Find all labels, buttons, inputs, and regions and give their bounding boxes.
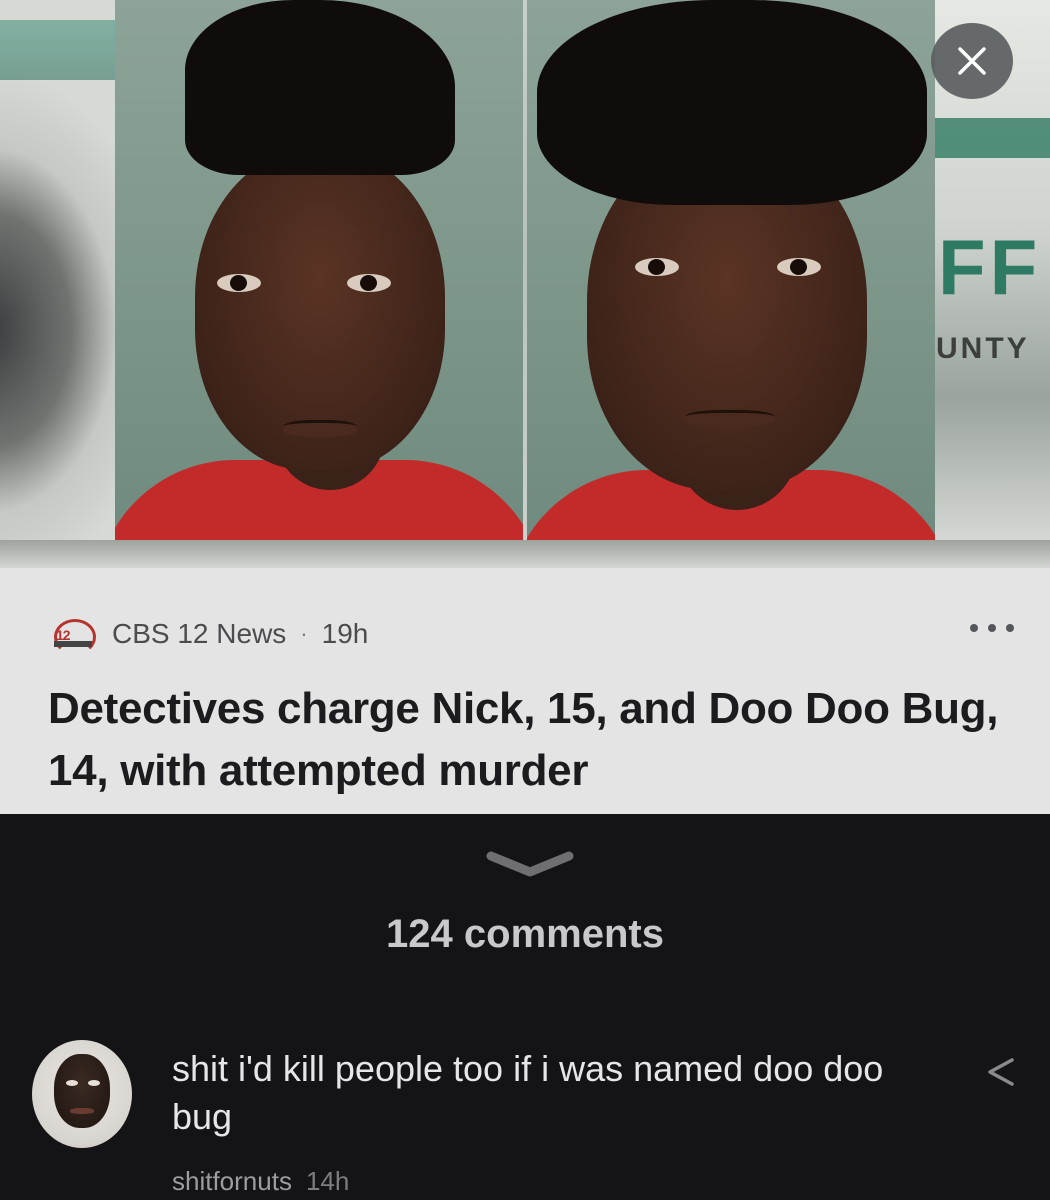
hair bbox=[185, 0, 455, 175]
close-button[interactable] bbox=[931, 23, 1013, 99]
mugshot-left bbox=[115, 0, 523, 540]
close-icon bbox=[958, 47, 986, 75]
article-source-row: 12 CBS 12 News · 19h bbox=[48, 616, 369, 655]
photo-background-stripe-right bbox=[935, 118, 1050, 158]
source-logo: 12 bbox=[48, 617, 98, 655]
eye bbox=[347, 274, 391, 292]
more-options-button[interactable] bbox=[970, 618, 1014, 638]
photo-background-stripe bbox=[0, 20, 120, 80]
article-photo[interactable]: FF UNTY bbox=[0, 0, 1050, 568]
photo-background-letters: FF bbox=[938, 223, 1042, 311]
comment-text: shit i'd kill people too if i was named … bbox=[172, 1048, 884, 1137]
article-age: 19h bbox=[321, 618, 369, 649]
photo-background-left bbox=[0, 0, 120, 568]
photo-background-small-text: UNTY bbox=[936, 332, 1030, 365]
source-name[interactable]: CBS 12 News bbox=[112, 618, 286, 650]
share-icon[interactable] bbox=[980, 1052, 1020, 1092]
separator-dot: · bbox=[300, 621, 308, 646]
mouth bbox=[283, 420, 357, 437]
chevron-down-icon[interactable] bbox=[485, 850, 575, 880]
eye bbox=[217, 274, 261, 292]
comment-meta: shitfornuts 14h bbox=[172, 1166, 349, 1200]
photo-bottom-strip bbox=[0, 540, 1050, 568]
article-headline[interactable]: Detectives charge Nick, 15, and Doo Doo … bbox=[48, 678, 1018, 802]
more-options-icon bbox=[970, 624, 978, 632]
comment-author[interactable]: shitfornuts bbox=[172, 1166, 292, 1197]
mugshot-right bbox=[527, 0, 935, 540]
eye bbox=[635, 258, 679, 276]
mouth bbox=[685, 410, 775, 427]
eye bbox=[777, 258, 821, 276]
hair bbox=[537, 0, 927, 205]
article-card[interactable]: 12 CBS 12 News · 19h Detectives charge N… bbox=[0, 568, 1050, 814]
comment-age: 14h bbox=[305, 1166, 350, 1196]
comments-count[interactable]: 124 comments bbox=[0, 912, 1050, 957]
avatar[interactable] bbox=[32, 1040, 132, 1148]
